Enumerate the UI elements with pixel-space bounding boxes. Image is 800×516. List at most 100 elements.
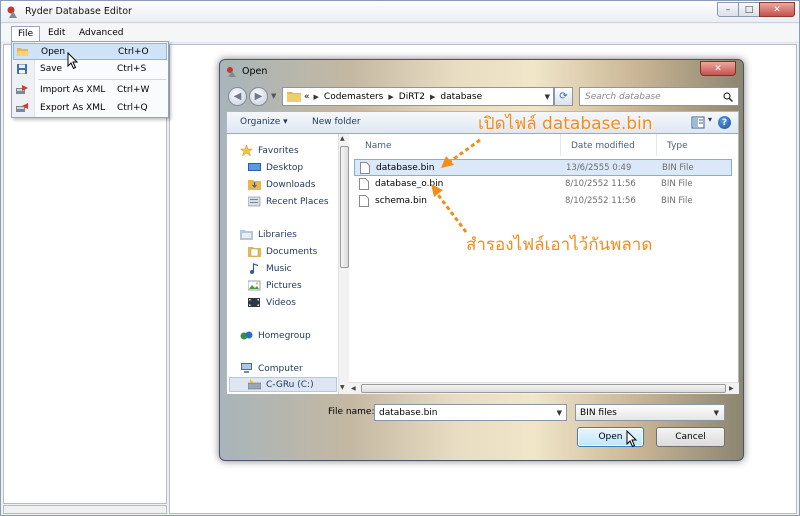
chevron-right-icon: ▶ <box>313 92 319 101</box>
column-header-type[interactable]: Type <box>667 141 688 151</box>
menu-item-shortcut: Ctrl+S <box>117 64 147 74</box>
column-divider[interactable] <box>560 134 561 156</box>
address-bar[interactable]: « ▶ Codemasters ▶ DiRT2 ▶ database ▼ <box>282 87 554 106</box>
minimize-button[interactable]: – <box>717 2 739 17</box>
recent-locations-dropdown[interactable]: ▼ <box>271 92 276 100</box>
nav-libraries[interactable]: Libraries <box>240 227 297 242</box>
view-dropdown-icon[interactable]: ▾ <box>708 115 712 124</box>
file-type: BIN File <box>661 196 693 206</box>
menu-file[interactable]: File <box>11 26 41 42</box>
dialog-close-button[interactable]: ✕ <box>700 61 736 76</box>
forward-button[interactable]: ▶ <box>249 87 268 106</box>
column-header-date[interactable]: Date modified <box>571 141 635 151</box>
menu-advanced[interactable]: Advanced <box>73 26 129 42</box>
chevron-right-icon: ▶ <box>430 92 436 101</box>
nav-desktop[interactable]: Desktop <box>248 160 303 175</box>
file-row-schema-bin[interactable]: schema.bin 8/10/2552 11:56 BIN File <box>354 193 732 210</box>
nav-label: Computer <box>258 363 303 374</box>
file-row-database-o-bin[interactable]: database_o.bin 8/10/2552 11:56 BIN File <box>354 176 732 193</box>
menu-item-save[interactable]: Save Ctrl+S <box>13 61 167 78</box>
recent-places-icon <box>248 196 261 207</box>
menu-item-shortcut: Ctrl+Q <box>117 103 148 113</box>
nav-label: Homegroup <box>258 330 311 341</box>
forward-arrow-icon: ▶ <box>254 91 263 102</box>
nav-downloads[interactable]: Downloads <box>248 177 315 192</box>
view-options-icon[interactable] <box>691 116 705 129</box>
chevron-down-icon: ▼ <box>713 409 719 417</box>
breadcrumb-dirt2[interactable]: DiRT2 <box>399 92 425 102</box>
nav-homegroup[interactable]: Homegroup <box>240 328 311 343</box>
nav-pictures[interactable]: Pictures <box>248 278 302 293</box>
left-panel-footer <box>3 505 167 514</box>
file-date: 8/10/2552 11:56 <box>565 179 636 189</box>
file-type-value: BIN files <box>580 408 617 418</box>
nav-favorites[interactable]: Favorites <box>240 143 299 158</box>
documents-icon <box>248 247 261 257</box>
nav-music[interactable]: Music <box>248 261 292 276</box>
nav-computer[interactable]: Computer <box>240 361 303 376</box>
nav-drive-c[interactable]: C-GRu (C:) <box>229 377 337 392</box>
scrollbar-thumb[interactable] <box>340 146 349 268</box>
column-divider[interactable] <box>656 134 657 156</box>
nav-label: Recent Places <box>266 196 329 207</box>
address-overflow[interactable]: « <box>304 92 310 102</box>
homegroup-icon <box>240 331 253 340</box>
file-type: BIN File <box>662 163 694 173</box>
star-icon <box>240 145 253 156</box>
nav-documents[interactable]: Documents <box>248 244 317 259</box>
desktop-icon <box>248 163 261 171</box>
nav-label: Downloads <box>266 179 316 190</box>
refresh-button[interactable]: ⟳ <box>554 87 573 106</box>
navigation-pane: Favorites Desktop Downloads Recent Place… <box>226 134 338 394</box>
navigation-scrollbar[interactable]: ▲ ▼ <box>338 134 349 394</box>
breadcrumb-codemasters[interactable]: Codemasters <box>324 92 383 102</box>
file-name-input[interactable]: database.bin ▼ <box>374 404 567 421</box>
nav-label: Music <box>266 263 292 274</box>
nav-recent-places[interactable]: Recent Places <box>248 194 329 209</box>
refresh-icon: ⟳ <box>559 91 568 102</box>
nav-label: Documents <box>266 246 318 257</box>
maximize-button[interactable]: □ <box>738 2 760 17</box>
menu-item-label: Save <box>40 64 63 74</box>
search-icon <box>723 92 733 102</box>
cancel-button[interactable]: Cancel <box>656 427 725 447</box>
chevron-down-icon[interactable]: ▼ <box>557 409 562 417</box>
file-type-select[interactable]: BIN files ▼ <box>575 404 725 421</box>
nav-videos[interactable]: Videos <box>248 295 296 310</box>
chevron-down-icon[interactable]: ▼ <box>545 93 550 101</box>
file-name: database.bin <box>376 163 435 173</box>
help-button[interactable]: ? <box>718 116 731 129</box>
file-name-label: File name: <box>328 407 375 417</box>
breadcrumb-database[interactable]: database <box>440 92 482 102</box>
file-date: 8/10/2552 11:56 <box>565 196 636 206</box>
menu-item-open[interactable]: Open Ctrl+O <box>13 43 167 60</box>
new-folder-button[interactable]: New folder <box>312 117 361 127</box>
scroll-down-icon[interactable]: ▼ <box>340 384 345 391</box>
pictures-icon <box>248 280 261 291</box>
title-bar: Ryder Database Editor – □ ✕ <box>1 1 799 23</box>
menu-item-label: Open <box>41 47 66 57</box>
file-name-value: database.bin <box>379 408 438 418</box>
close-button[interactable]: ✕ <box>759 2 795 17</box>
file-row-database-bin[interactable]: database.bin 13/6/2555 0:49 BIN File <box>354 159 732 176</box>
downloads-icon <box>248 180 261 190</box>
search-input[interactable]: Search database <box>579 87 739 106</box>
organize-button[interactable]: Organize ▾ <box>240 117 288 127</box>
file-icon <box>359 195 369 207</box>
videos-icon <box>248 298 260 307</box>
mouse-cursor-icon <box>67 52 79 70</box>
scrollbar-thumb[interactable] <box>361 384 726 393</box>
file-list-horizontal-scrollbar[interactable]: ◀ ▶ <box>349 382 739 394</box>
menu-edit[interactable]: Edit <box>42 26 71 42</box>
column-header-name[interactable]: Name <box>365 141 392 151</box>
app-title: Ryder Database Editor <box>25 6 132 17</box>
music-icon <box>250 263 259 274</box>
scroll-up-icon[interactable]: ▲ <box>340 135 345 142</box>
menu-item-export-xml[interactable]: Export As XML Ctrl+Q <box>13 100 167 117</box>
computer-icon <box>241 363 252 373</box>
scroll-right-icon[interactable]: ▶ <box>729 385 734 392</box>
menu-item-import-xml[interactable]: Import As XML Ctrl+W <box>13 82 167 99</box>
scroll-left-icon[interactable]: ◀ <box>351 385 356 392</box>
import-icon <box>16 85 28 94</box>
back-button[interactable]: ◀ <box>228 87 247 106</box>
